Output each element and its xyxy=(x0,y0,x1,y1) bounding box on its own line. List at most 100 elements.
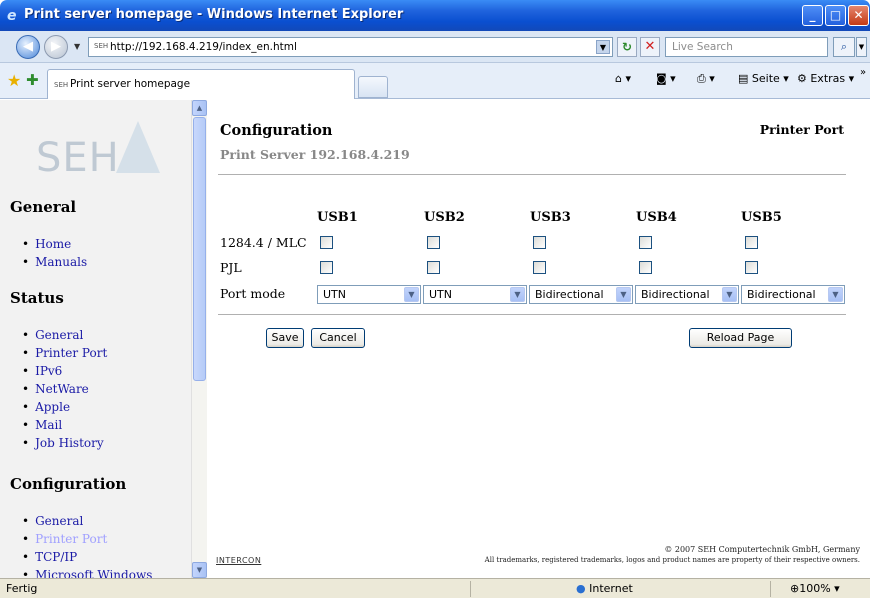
refresh-button[interactable]: ↻ xyxy=(617,37,637,57)
nav-item-apple[interactable]: Apple xyxy=(22,398,107,416)
tab-bar: ★ ✚ SEH Print server homepage ⌂ ▾ ◙ ▾ ⎙ … xyxy=(0,63,870,99)
nav-list-configuration: General Printer Port TCP/IP Microsoft Wi… xyxy=(22,512,152,578)
scroll-down-icon[interactable]: ▼ xyxy=(192,562,207,578)
address-bar: ◀ ▶ ▼ SEH http://192.168.4.219/index_en.… xyxy=(0,31,870,63)
column-header-usb5: USB5 xyxy=(741,210,782,225)
print-icon[interactable]: ⎙ ▾ xyxy=(697,72,715,86)
nav-link-tcpip[interactable]: TCP/IP xyxy=(35,550,77,564)
page-menu[interactable]: ▤ Seite ▾ xyxy=(738,72,789,85)
nav-scrollbar[interactable]: ▲ ▼ xyxy=(191,100,207,578)
pjl-checkbox-usb3[interactable] xyxy=(533,261,546,274)
nav-list-status: General Printer Port IPv6 NetWare Apple … xyxy=(22,326,107,452)
nav-link-home[interactable]: Home xyxy=(35,237,71,251)
minimize-button[interactable]: _ xyxy=(802,5,823,26)
mlc-checkbox-usb4[interactable] xyxy=(639,236,652,249)
mlc-checkbox-usb3[interactable] xyxy=(533,236,546,249)
status-separator xyxy=(770,581,771,597)
save-button[interactable]: Save xyxy=(266,328,304,348)
chevron-down-icon[interactable]: ▼ xyxy=(510,287,525,302)
pjl-checkbox-usb4[interactable] xyxy=(639,261,652,274)
reload-page-button[interactable]: Reload Page xyxy=(689,328,792,348)
home-icon[interactable]: ⌂ ▾ xyxy=(615,72,631,85)
close-button[interactable]: ✕ xyxy=(848,5,869,26)
nav-link-config-printer-port[interactable]: Printer Port xyxy=(35,532,107,546)
nav-item-tcpip[interactable]: TCP/IP xyxy=(22,548,152,566)
nav-link-apple[interactable]: Apple xyxy=(35,400,70,414)
port-mode-value-usb5: Bidirectional xyxy=(747,288,816,301)
nav-item-status-printer-port[interactable]: Printer Port xyxy=(22,344,107,362)
favorites-star-icon[interactable]: ★ xyxy=(7,71,21,90)
add-favorites-icon[interactable]: ✚ xyxy=(26,71,39,89)
port-mode-select-usb5[interactable]: Bidirectional ▼ xyxy=(741,285,845,304)
footer-trademarks: All trademarks, registered trademarks, l… xyxy=(484,556,860,564)
nav-link-status-printer-port[interactable]: Printer Port xyxy=(35,346,107,360)
search-input[interactable]: Live Search xyxy=(665,37,828,57)
port-mode-select-usb1[interactable]: UTN ▼ xyxy=(317,285,421,304)
chevron-down-icon[interactable]: ▼ xyxy=(404,287,419,302)
tab-print-server[interactable]: SEH Print server homepage xyxy=(47,69,355,99)
chevron-down-icon[interactable]: ▼ xyxy=(616,287,631,302)
nav-item-manuals[interactable]: Manuals xyxy=(22,253,87,271)
cancel-button[interactable]: Cancel xyxy=(311,328,365,348)
port-mode-select-usb3[interactable]: Bidirectional ▼ xyxy=(529,285,633,304)
url-field[interactable]: SEH http://192.168.4.219/index_en.html ▼ xyxy=(88,37,613,57)
mlc-checkbox-usb1[interactable] xyxy=(320,236,333,249)
search-dropdown-icon[interactable]: ▼ xyxy=(856,37,867,57)
nav-item-netware[interactable]: NetWare xyxy=(22,380,107,398)
scrollbar-thumb[interactable] xyxy=(193,117,206,381)
nav-item-home[interactable]: Home xyxy=(22,235,87,253)
mlc-checkbox-usb2[interactable] xyxy=(427,236,440,249)
nav-link-status-general[interactable]: General xyxy=(35,328,83,342)
page-subtitle: Print Server 192.168.4.219 xyxy=(220,147,410,162)
port-mode-select-usb2[interactable]: UTN ▼ xyxy=(423,285,527,304)
nav-link-ipv6[interactable]: IPv6 xyxy=(35,364,62,378)
pjl-checkbox-usb2[interactable] xyxy=(427,261,440,274)
pjl-checkbox-usb1[interactable] xyxy=(320,261,333,274)
nav-item-config-printer-port[interactable]: Printer Port xyxy=(22,530,152,548)
port-mode-select-usb4[interactable]: Bidirectional ▼ xyxy=(635,285,739,304)
nav-link-manuals[interactable]: Manuals xyxy=(35,255,87,269)
search-icon[interactable]: ⌕ xyxy=(833,37,855,57)
nav-item-mail[interactable]: Mail xyxy=(22,416,107,434)
window-title-bar: e Print server homepage - Windows Intern… xyxy=(0,0,870,31)
new-tab-button[interactable] xyxy=(358,76,388,98)
port-mode-value-usb1: UTN xyxy=(323,288,346,301)
row-label-mlc: 1284.4 / MLC xyxy=(220,235,307,250)
nav-link-netware[interactable]: NetWare xyxy=(35,382,89,396)
url-dropdown-icon[interactable]: ▼ xyxy=(596,40,610,54)
nav-item-job-history[interactable]: Job History xyxy=(22,434,107,452)
intercon-logo[interactable]: INTERCON xyxy=(216,556,261,565)
tab-favicon-icon: SEH xyxy=(54,81,69,89)
port-mode-value-usb4: Bidirectional xyxy=(641,288,710,301)
mlc-checkbox-usb5[interactable] xyxy=(745,236,758,249)
nav-item-ms-windows[interactable]: Microsoft Windows xyxy=(22,566,152,578)
nav-item-ipv6[interactable]: IPv6 xyxy=(22,362,107,380)
forward-button[interactable]: ▶ xyxy=(44,35,68,59)
maximize-button[interactable]: □ xyxy=(825,5,846,26)
nav-link-ms-windows[interactable]: Microsoft Windows xyxy=(35,568,152,578)
feeds-icon[interactable]: ◙ ▾ xyxy=(656,72,676,85)
pjl-checkbox-usb5[interactable] xyxy=(745,261,758,274)
nav-link-mail[interactable]: Mail xyxy=(35,418,62,432)
nav-item-config-general[interactable]: General xyxy=(22,512,152,530)
tools-menu[interactable]: ⚙ Extras ▾ xyxy=(797,72,854,85)
nav-item-status-general[interactable]: General xyxy=(22,326,107,344)
status-bar: Fertig ● Internet ⊕100% ▾ xyxy=(0,578,870,598)
back-button[interactable]: ◀ xyxy=(16,35,40,59)
chevron-down-icon[interactable]: ▼ xyxy=(828,287,843,302)
stop-button[interactable]: ✕ xyxy=(640,37,660,57)
nav-link-config-general[interactable]: General xyxy=(35,514,83,528)
history-dropdown-icon[interactable]: ▼ xyxy=(74,42,80,51)
scroll-up-icon[interactable]: ▲ xyxy=(192,100,207,116)
divider-top xyxy=(218,174,846,175)
zoom-control[interactable]: ⊕100% ▾ xyxy=(790,582,840,595)
nav-heading-general: General xyxy=(10,198,77,216)
navigation-frame: SEH General Home Manuals Status General … xyxy=(0,100,207,578)
footer-copyright: © 2007 SEH Computertechnik GmbH, Germany xyxy=(664,545,860,554)
chevron-down-icon[interactable]: ▼ xyxy=(722,287,737,302)
port-mode-value-usb2: UTN xyxy=(429,288,452,301)
nav-link-job-history[interactable]: Job History xyxy=(35,436,104,450)
section-title: Printer Port xyxy=(759,122,844,137)
url-text[interactable]: http://192.168.4.219/index_en.html xyxy=(110,41,297,53)
chevron-more-icon[interactable]: » xyxy=(860,67,866,78)
